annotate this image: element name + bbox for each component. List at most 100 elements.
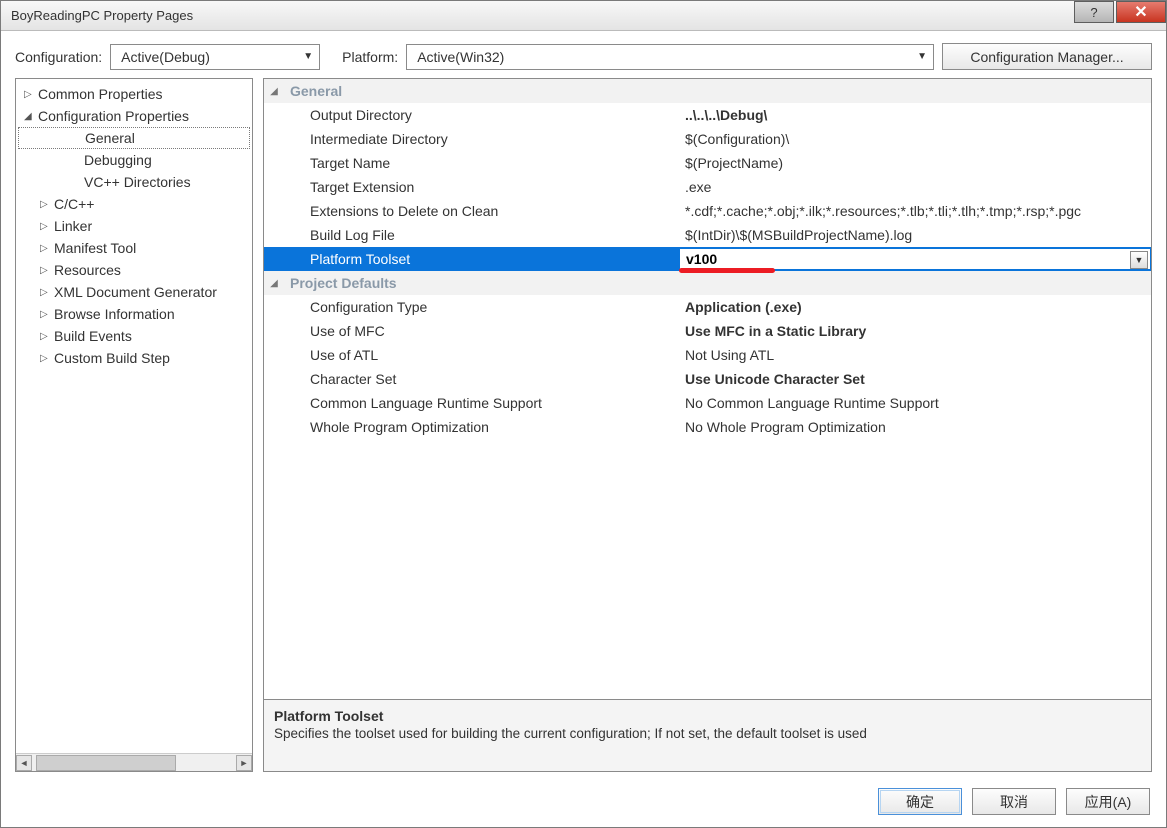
apply-button[interactable]: 应用(A) <box>1066 788 1150 815</box>
tree-item-build-events[interactable]: ▷Build Events <box>18 325 250 347</box>
prop-label: Use of MFC <box>284 323 679 339</box>
tree-item-custom-build-step[interactable]: ▷Custom Build Step <box>18 347 250 369</box>
prop-value[interactable]: Use Unicode Character Set <box>679 371 1151 387</box>
prop-value-text: $(Configuration)\ <box>685 131 789 147</box>
prop-row-common-language-runtime-support[interactable]: Common Language Runtime Support No Common… <box>264 391 1151 415</box>
prop-row-use-of-atl[interactable]: Use of ATLNot Using ATL <box>264 343 1151 367</box>
prop-value[interactable]: ..\..\..\Debug\ <box>679 107 1151 123</box>
collapse-icon[interactable]: ◢ <box>264 86 284 97</box>
tree-item-xml-document-generator[interactable]: ▷XML Document Generator <box>18 281 250 303</box>
collapse-icon[interactable]: ◢ <box>264 278 284 289</box>
tree-item-browse-information[interactable]: ▷Browse Information <box>18 303 250 325</box>
close-button[interactable]: ✕ <box>1116 1 1166 23</box>
prop-label: Common Language Runtime Support <box>284 395 679 411</box>
prop-label: Whole Program Optimization <box>284 419 679 435</box>
prop-row-target-extension[interactable]: Target Extension.exe <box>264 175 1151 199</box>
config-toolbar: Configuration: Active(Debug) ▼ Platform:… <box>1 31 1166 78</box>
prop-value[interactable]: .exe <box>679 179 1151 195</box>
prop-row-use-of-mfc[interactable]: Use of MFCUse MFC in a Static Library <box>264 319 1151 343</box>
platform-combo[interactable]: Active(Win32) ▼ <box>406 44 934 70</box>
help-button[interactable]: ? <box>1074 1 1114 23</box>
prop-value[interactable]: Use MFC in a Static Library <box>679 323 1151 339</box>
tree-item-label: Common Properties <box>38 86 163 102</box>
prop-group-project-defaults[interactable]: ◢Project Defaults <box>264 271 1151 295</box>
scroll-track[interactable] <box>32 755 236 771</box>
configuration-value: Active(Debug) <box>121 49 210 65</box>
tree-item-label: General <box>85 130 135 146</box>
prop-value[interactable]: Application (.exe) <box>679 299 1151 315</box>
expand-icon[interactable]: ◢ <box>24 111 38 122</box>
cancel-button[interactable]: 取消 <box>972 788 1056 815</box>
prop-row-target-name[interactable]: Target Name$(ProjectName) <box>264 151 1151 175</box>
property-grid[interactable]: ◢GeneralOutput Directory..\..\..\Debug\I… <box>264 79 1151 699</box>
scroll-right-icon[interactable]: ► <box>236 755 252 771</box>
prop-label: Platform Toolset <box>284 251 679 267</box>
tree-item-common-properties[interactable]: ▷Common Properties <box>18 83 250 105</box>
expand-icon[interactable]: ▷ <box>40 287 54 298</box>
titlebar: BoyReadingPC Property Pages ? ✕ <box>1 1 1166 31</box>
tree-item-resources[interactable]: ▷Resources <box>18 259 250 281</box>
tree-item-label: Custom Build Step <box>54 350 170 366</box>
expand-icon[interactable]: ▷ <box>40 199 54 210</box>
tree-item-configuration-properties[interactable]: ◢Configuration Properties <box>18 105 250 127</box>
tree-item-label: Linker <box>54 218 92 234</box>
horizontal-scrollbar[interactable]: ◄ ► <box>16 753 252 771</box>
scroll-thumb[interactable] <box>36 755 176 771</box>
configuration-manager-button[interactable]: Configuration Manager... <box>942 43 1152 70</box>
chevron-down-icon[interactable]: ▼ <box>1130 251 1148 269</box>
prop-row-build-log-file[interactable]: Build Log File$(IntDir)\$(MSBuildProject… <box>264 223 1151 247</box>
prop-value[interactable]: *.cdf;*.cache;*.obj;*.ilk;*.resources;*.… <box>679 203 1151 219</box>
prop-value-text: Not Using ATL <box>685 347 774 363</box>
prop-row-configuration-type[interactable]: Configuration TypeApplication (.exe) <box>264 295 1151 319</box>
prop-value-text: No Common Language Runtime Support <box>685 395 939 411</box>
tree-item-manifest-tool[interactable]: ▷Manifest Tool <box>18 237 250 259</box>
prop-label: Intermediate Directory <box>284 131 679 147</box>
prop-value[interactable]: No Whole Program Optimization <box>679 419 1151 435</box>
tree-item-label: Manifest Tool <box>54 240 136 256</box>
expand-icon[interactable]: ▷ <box>40 243 54 254</box>
expand-icon[interactable]: ▷ <box>40 221 54 232</box>
property-panel: ◢GeneralOutput Directory..\..\..\Debug\I… <box>263 78 1152 772</box>
expand-icon[interactable]: ▷ <box>40 331 54 342</box>
chevron-down-icon: ▼ <box>303 51 313 62</box>
prop-value[interactable]: v100 ▼ <box>679 248 1151 270</box>
prop-value-text: $(IntDir)\$(MSBuildProjectName).log <box>685 227 912 243</box>
tree-item-debugging[interactable]: Debugging <box>18 149 250 171</box>
expand-icon[interactable]: ▷ <box>40 265 54 276</box>
prop-value[interactable]: $(IntDir)\$(MSBuildProjectName).log <box>679 227 1151 243</box>
tree-item-general[interactable]: General <box>18 127 250 149</box>
prop-value[interactable]: $(Configuration)\ <box>679 131 1151 147</box>
tree-item-c-c-[interactable]: ▷C/C++ <box>18 193 250 215</box>
ok-button[interactable]: 确定 <box>878 788 962 815</box>
prop-value-text: v100 <box>686 251 717 267</box>
prop-row-character-set[interactable]: Character SetUse Unicode Character Set <box>264 367 1151 391</box>
prop-value[interactable]: $(ProjectName) <box>679 155 1151 171</box>
category-tree-panel: ▷Common Properties◢Configuration Propert… <box>15 78 253 772</box>
tree-item-label: VC++ Directories <box>84 174 191 190</box>
prop-row-whole-program-optimization[interactable]: Whole Program OptimizationNo Whole Progr… <box>264 415 1151 439</box>
prop-value[interactable]: No Common Language Runtime Support <box>679 395 1151 411</box>
prop-row-output-directory[interactable]: Output Directory..\..\..\Debug\ <box>264 103 1151 127</box>
prop-value-text: ..\..\..\Debug\ <box>685 107 767 123</box>
tree-item-label: Debugging <box>84 152 152 168</box>
tree-item-linker[interactable]: ▷Linker <box>18 215 250 237</box>
prop-value[interactable]: Not Using ATL <box>679 347 1151 363</box>
prop-row-intermediate-directory[interactable]: Intermediate Directory $(Configuration)\ <box>264 127 1151 151</box>
tree-item-label: C/C++ <box>54 196 94 212</box>
prop-label: Extensions to Delete on Clean <box>284 203 679 219</box>
prop-group-general[interactable]: ◢General <box>264 79 1151 103</box>
titlebar-buttons: ? ✕ <box>1072 1 1166 23</box>
prop-value-text: .exe <box>685 179 711 195</box>
prop-row-extensions-to-delete-on-clean[interactable]: Extensions to Delete on Clean*.cdf;*.cac… <box>264 199 1151 223</box>
expand-icon[interactable]: ▷ <box>40 309 54 320</box>
expand-icon[interactable]: ▷ <box>24 89 38 100</box>
category-tree[interactable]: ▷Common Properties◢Configuration Propert… <box>16 79 252 753</box>
expand-icon[interactable]: ▷ <box>40 353 54 364</box>
tree-item-label: Build Events <box>54 328 132 344</box>
configuration-combo[interactable]: Active(Debug) ▼ <box>110 44 320 70</box>
platform-value: Active(Win32) <box>417 49 504 65</box>
description-title: Platform Toolset <box>274 708 1141 724</box>
description-panel: Platform Toolset Specifies the toolset u… <box>264 699 1151 771</box>
tree-item-vc-directories[interactable]: VC++ Directories <box>18 171 250 193</box>
scroll-left-icon[interactable]: ◄ <box>16 755 32 771</box>
